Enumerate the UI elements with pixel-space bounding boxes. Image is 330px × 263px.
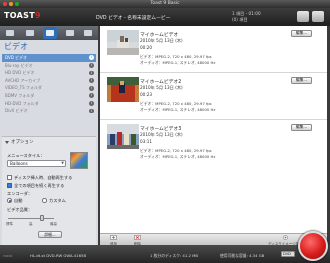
info-icon[interactable]: i bbox=[89, 100, 94, 106]
item-date: 2010年 5月 13日 (木) bbox=[140, 85, 183, 90]
encoder-auto-label: 自動 bbox=[14, 198, 23, 203]
encoder-custom-radio[interactable] bbox=[42, 198, 47, 203]
category-tabs bbox=[0, 26, 98, 40]
menu-style-label: メニュースタイル： bbox=[7, 153, 45, 158]
project-status: 1 項目 - 01:00 (0) 項目 bbox=[232, 11, 261, 22]
disc-format-select[interactable]: DVD bbox=[281, 251, 295, 257]
format-item-avchd[interactable]: AVCHD アーカイブ i bbox=[2, 77, 96, 85]
quality-tick-high: 高 bbox=[29, 222, 33, 226]
encoder-auto-radio[interactable] bbox=[7, 198, 12, 203]
format-item-bluray-video[interactable]: Blu-ray ビデオ i bbox=[2, 62, 96, 70]
info-icon[interactable]: i bbox=[89, 62, 94, 68]
item-audio-info: オーディオ：MPEG-1, ステレオ, 48000 Hz bbox=[140, 107, 216, 112]
item-duration: 00:23 bbox=[140, 92, 153, 97]
format-item-divx[interactable]: DivX ビデオ i bbox=[2, 107, 96, 115]
menu-style-preview bbox=[70, 152, 88, 169]
details-button[interactable]: 詳細... bbox=[38, 231, 62, 238]
logo-small: roxio bbox=[3, 253, 13, 258]
tab-convert[interactable] bbox=[81, 27, 95, 39]
add-icon bbox=[110, 235, 117, 240]
info-icon[interactable]: i bbox=[89, 93, 94, 99]
auto-play-label: ディスク挿入時、自動再生する bbox=[14, 175, 73, 180]
format-list: DVD ビデオ i Blu-ray ビデオ i HD DVD ビデオ i AVCHD … bbox=[2, 54, 96, 115]
item-audio-info: オーディオ：MPEG-1, ステレオ, 48000 Hz bbox=[140, 154, 216, 159]
window-titlebar: Toast 9 Basic bbox=[0, 0, 330, 8]
video-thumbnail bbox=[107, 30, 139, 55]
edit-button[interactable]: 編集... bbox=[291, 77, 312, 84]
disclosure-triangle-icon[interactable] bbox=[5, 140, 9, 144]
tab-video[interactable] bbox=[43, 27, 57, 39]
audio-icon bbox=[26, 30, 34, 36]
copy-icon bbox=[66, 30, 74, 36]
app-header: TOAST9 DVD ビデオ - 名称未設定ムービー 1 項目 - 01:00 … bbox=[0, 8, 330, 26]
quality-label: ビデオ品質： bbox=[7, 207, 33, 212]
info-icon[interactable]: i bbox=[89, 55, 94, 61]
info-icon[interactable]: i bbox=[89, 78, 94, 83]
quality-tick-standard: 標準 bbox=[6, 222, 13, 226]
options-panel: オプション メニュースタイル： Balloons ▼ ディスク挿入時、自動再生する… bbox=[2, 136, 96, 245]
options-title: オプション bbox=[11, 140, 34, 145]
loop-checkbox[interactable] bbox=[7, 183, 12, 188]
item-date: 2010年 5月 13日 (木) bbox=[140, 38, 183, 43]
toast-logo: TOAST9 bbox=[4, 11, 41, 20]
disc-image-icon bbox=[282, 235, 288, 240]
burn-settings-button[interactable] bbox=[297, 11, 309, 22]
record-button[interactable] bbox=[298, 231, 328, 261]
convert-icon bbox=[84, 30, 92, 36]
encoder-label: エンコーダ： bbox=[7, 191, 33, 196]
tab-data[interactable] bbox=[3, 27, 17, 39]
chevron-down-icon: ▼ bbox=[61, 161, 64, 165]
info-icon[interactable]: i bbox=[89, 70, 94, 76]
edit-button[interactable]: 編集... bbox=[291, 124, 312, 131]
disc-free: 使用可能な容量: 4.34 GB bbox=[220, 253, 265, 258]
item-name: マイホームビデオ3 bbox=[140, 127, 182, 132]
item-name: マイホームビデオ2 bbox=[140, 80, 182, 85]
item-duration: 00:20 bbox=[140, 45, 153, 50]
menu-style-select[interactable]: Balloons ▼ bbox=[7, 160, 66, 167]
encoder-custom-label: カスタム bbox=[49, 198, 66, 203]
video-thumbnail bbox=[107, 77, 139, 102]
list-item[interactable]: マイホームビデオ3 2010年 5月 13日 (木) 03:11 ビデオ：MPE… bbox=[100, 120, 327, 187]
format-item-hddvd-video[interactable]: HD DVD ビデオ i bbox=[2, 69, 96, 77]
format-item-bdmv[interactable]: BDMV フォルダ i bbox=[2, 92, 96, 100]
quality-slider-knob[interactable] bbox=[40, 215, 44, 221]
video-thumbnail bbox=[107, 124, 139, 149]
item-name: マイホームビデオ bbox=[140, 33, 179, 38]
video-icon bbox=[46, 30, 54, 36]
status-bar: roxio HL-dt-st DVD-RW GWA-4165B 1 枚分のディス… bbox=[0, 245, 330, 263]
list-toolbar: 追加 削除 ディスクイメージ保存 bbox=[100, 233, 327, 246]
item-date: 2010年 5月 13日 (木) bbox=[140, 132, 183, 137]
auto-play-checkbox[interactable] bbox=[7, 175, 12, 180]
category-title: ビデオ bbox=[4, 42, 28, 51]
sidebar: ビデオ DVD ビデオ i Blu-ray ビデオ i HD DVD ビデオ i AV… bbox=[0, 26, 98, 245]
help-button[interactable] bbox=[312, 11, 324, 22]
format-item-dvd-video[interactable]: DVD ビデオ i bbox=[2, 54, 96, 62]
disc-usage: 1 枚分のディスク: 41.2 MB bbox=[150, 253, 198, 258]
drive-name[interactable]: HL-dt-st DVD-RW GWA-4165B bbox=[30, 253, 86, 258]
item-audio-info: オーディオ：MPEG-1, ステレオ, 48000 Hz bbox=[140, 60, 216, 65]
delete-icon bbox=[134, 235, 141, 240]
info-icon[interactable]: i bbox=[89, 108, 94, 114]
edit-button[interactable]: 編集... bbox=[291, 30, 312, 37]
loop-label: 全ての項目を続く再生する bbox=[14, 183, 65, 188]
tab-copy[interactable] bbox=[63, 27, 77, 39]
info-icon[interactable]: i bbox=[89, 85, 94, 91]
quality-slider[interactable] bbox=[8, 218, 54, 220]
project-label: DVD ビデオ - 名称未設定ムービー bbox=[96, 16, 171, 21]
format-item-hddvd-folder[interactable]: HD-DVD フォルダ i bbox=[2, 100, 96, 108]
tab-audio[interactable] bbox=[23, 27, 37, 39]
format-item-video-ts[interactable]: VIDEO_TS フォルダ i bbox=[2, 84, 96, 92]
item-duration: 03:11 bbox=[140, 139, 153, 144]
quality-tick-best: 最高 bbox=[50, 222, 57, 226]
window-title: Toast 9 Basic bbox=[150, 1, 180, 6]
data-icon bbox=[6, 30, 14, 36]
media-list: マイホームビデオ 2010年 5月 13日 (木) 00:20 ビデオ：MPEG… bbox=[100, 26, 327, 237]
